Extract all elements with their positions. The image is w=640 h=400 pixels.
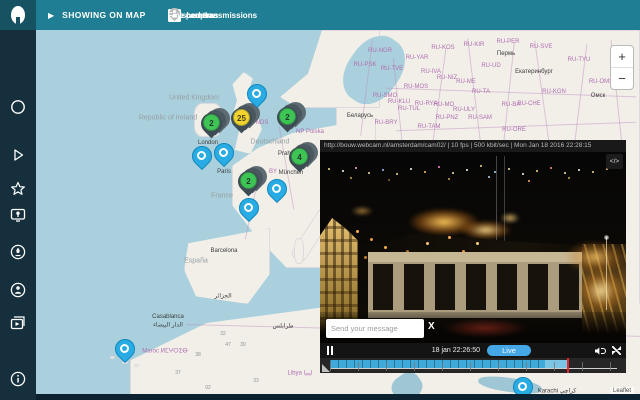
logo-icon — [11, 6, 25, 25]
close-icon[interactable]: X — [428, 321, 435, 332]
map-zoom-control: + − — [610, 45, 634, 90]
screens-pin-icon[interactable] — [9, 206, 27, 224]
filter-label: Finished transmissions — [167, 10, 258, 20]
map-label: United Kingdom — [169, 94, 219, 102]
resize-grip[interactable] — [322, 364, 330, 372]
cluster-marker[interactable]: 2 — [272, 97, 312, 136]
bottom-edge-bar — [36, 394, 640, 400]
topbar-title: SHOWING ON MAP — [62, 10, 146, 20]
cluster-count: 2 — [203, 114, 220, 131]
light-glow — [346, 204, 378, 218]
camera-marker[interactable] — [209, 138, 239, 170]
camera-marker[interactable] — [234, 193, 264, 225]
map-label: France — [211, 192, 233, 200]
map-label: الدار البيضاء — [153, 322, 183, 329]
crane-silhouette — [496, 156, 506, 242]
light-glow — [578, 268, 624, 314]
playback-timestamp: 18 jan 22:26:50 — [431, 347, 480, 354]
camera-marker[interactable] — [110, 334, 140, 366]
window-row — [373, 264, 581, 310]
map-land-iberia — [184, 228, 270, 304]
camera-marker[interactable] — [262, 174, 292, 206]
map-label: Casablanca — [152, 314, 184, 320]
cluster-marker[interactable]: 4 — [284, 137, 324, 176]
video-frame[interactable] — [320, 152, 626, 343]
pause-button[interactable] — [327, 343, 335, 358]
sidebar — [0, 0, 36, 400]
player-controls: 18 jan 22:26:50 Live — [320, 343, 626, 358]
street-lamp — [604, 235, 609, 310]
video-overlay: http://bouw.webcam.nl/amsterdam/cam02/ |… — [320, 140, 626, 373]
map-label: Republic of Ireland — [138, 114, 198, 122]
message-input[interactable] — [326, 319, 424, 338]
topbar: ▶ SHOWING ON MAP All✓Live cameras✓Live p… — [36, 0, 640, 30]
volume-icon[interactable] — [595, 347, 606, 355]
fullscreen-icon[interactable] — [612, 346, 621, 355]
app-window: United Kingdom Republic of Ireland Deutsch… — [0, 0, 640, 400]
embed-code-button[interactable]: </> — [606, 154, 623, 169]
cluster-count: 2 — [279, 108, 296, 125]
collapse-arrow-icon[interactable]: ▶ — [48, 11, 54, 20]
video-library-icon[interactable] — [9, 314, 27, 332]
app-logo-button[interactable] — [0, 0, 36, 30]
play-icon[interactable] — [9, 146, 27, 164]
globe-icon[interactable] — [9, 281, 27, 299]
map-island-sardinia — [294, 238, 304, 264]
city-lights — [328, 168, 330, 170]
cluster-count: 2 — [240, 172, 257, 189]
live-button[interactable]: Live — [487, 345, 531, 356]
timeline-ticks — [330, 362, 617, 371]
zoom-in-button[interactable]: + — [611, 46, 633, 68]
timeline-playhead[interactable] — [567, 358, 569, 373]
camera-marker[interactable] — [242, 79, 272, 111]
flame-icon[interactable] — [9, 243, 27, 261]
cluster-count: 25 — [233, 109, 250, 126]
gray-building-facade — [368, 252, 586, 318]
timeline-scrubber[interactable] — [320, 358, 626, 373]
info-icon[interactable] — [9, 370, 27, 388]
zoom-out-button[interactable]: − — [611, 68, 633, 89]
ring-icon[interactable] — [9, 98, 27, 116]
window-lights — [356, 230, 359, 233]
cluster-count: 4 — [291, 148, 308, 165]
star-icon[interactable] — [9, 180, 27, 198]
cluster-marker[interactable]: 25 — [226, 98, 266, 137]
stream-info-bar: http://bouw.webcam.nl/amsterdam/cam02/ |… — [320, 140, 626, 152]
